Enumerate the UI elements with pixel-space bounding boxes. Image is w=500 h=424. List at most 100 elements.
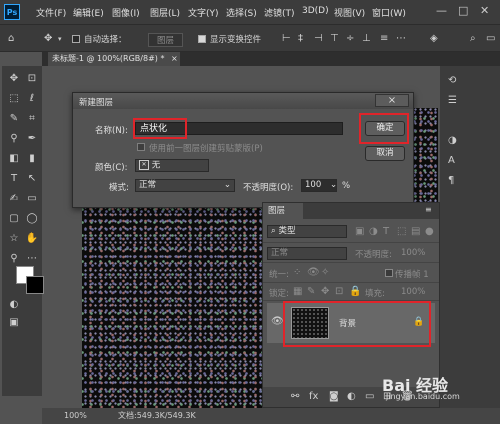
screen-mode-icon[interactable]: ▣	[6, 316, 22, 330]
layer-filter-select[interactable]: ⌕ 类型	[267, 225, 347, 238]
menu-view[interactable]: 视图(V)	[334, 6, 365, 19]
minimize-icon[interactable]: —	[436, 4, 447, 17]
lock-position-icon[interactable]: ✥	[321, 287, 329, 297]
eraser-tool-icon[interactable]: ◧	[6, 152, 22, 166]
home-icon[interactable]: ⌂	[8, 34, 14, 44]
character-icon[interactable]: A	[448, 156, 455, 166]
unify-style-icon[interactable]: ✧	[321, 268, 329, 278]
lock-pixels-icon[interactable]: ▦	[293, 287, 302, 297]
ellipse-tool-icon[interactable]: ◯	[24, 212, 40, 226]
menu-filter[interactable]: 滤镜(T)	[264, 6, 295, 19]
rounded-rect-tool-icon[interactable]: ▢	[6, 212, 22, 226]
mode-select[interactable]: 正常 ⌄	[135, 179, 235, 192]
pen-tool-icon[interactable]: ✍	[6, 192, 22, 206]
show-transform-checkbox[interactable]	[198, 35, 206, 43]
auto-select-checkbox[interactable]	[72, 35, 80, 43]
align-right-icon[interactable]: ⊣	[314, 34, 323, 44]
path-select-tool-icon[interactable]: ↖	[24, 172, 40, 186]
fill-value[interactable]: 100%	[401, 287, 425, 297]
color-select[interactable]: ✕ 无	[135, 159, 209, 172]
lock-all-icon[interactable]: 🔒	[349, 287, 361, 297]
artboard-tool-icon[interactable]: ⊡	[24, 72, 40, 86]
filter-smart-icon[interactable]: ▤	[411, 227, 420, 237]
properties-icon[interactable]: ☰	[448, 96, 457, 106]
dialog-close-icon[interactable]: ×	[375, 94, 409, 107]
mode-label: 模式:	[109, 183, 129, 193]
gradient-tool-icon[interactable]: ▮	[24, 152, 40, 166]
align-center-icon[interactable]: ‡	[298, 34, 303, 44]
layer-mask-icon[interactable]: ◙	[329, 392, 339, 402]
panel-opacity-value[interactable]: 100%	[401, 248, 425, 258]
custom-shape-tool-icon[interactable]: ☆	[6, 232, 22, 246]
paragraph-icon[interactable]: ¶	[448, 176, 454, 186]
chevron-down-icon[interactable]: ▾	[58, 34, 62, 44]
cancel-button[interactable]: 取消	[365, 146, 405, 161]
propagate-checkbox[interactable]	[385, 269, 393, 277]
menu-layer[interactable]: 图层(L)	[150, 6, 180, 19]
color-value: 无	[151, 160, 161, 171]
fx-icon[interactable]: fx	[309, 392, 318, 402]
menu-file[interactable]: 文件(F)	[36, 6, 66, 19]
move-tool-icon[interactable]: ✥	[44, 34, 52, 44]
auto-select-target[interactable]: 图层	[148, 33, 184, 47]
filter-shape-icon[interactable]: ⬚	[397, 227, 406, 237]
distribute-icon[interactable]: ≡	[380, 34, 388, 44]
clip-mask-label: 使用前一图层创建剪贴蒙版(P)	[149, 144, 263, 154]
more-tools-icon[interactable]: ⋯	[24, 252, 40, 266]
menu-image[interactable]: 图像(I)	[112, 6, 140, 19]
align-left-icon[interactable]: ⊢	[282, 34, 291, 44]
type-tool-icon[interactable]: T	[6, 172, 22, 186]
unify-visibility-icon[interactable]: 👁	[307, 268, 320, 278]
adjustments-icon[interactable]: ◑	[448, 136, 457, 146]
filter-toggle-icon[interactable]: ●	[425, 227, 434, 237]
close-icon[interactable]: ✕	[480, 4, 489, 17]
lasso-tool-icon[interactable]: ℓ	[24, 92, 40, 106]
tab-close-icon[interactable]: ×	[171, 54, 178, 63]
unify-position-icon[interactable]: ⁘	[293, 268, 301, 278]
search-icon[interactable]: ⌕	[470, 34, 476, 44]
menu-select[interactable]: 选择(S)	[226, 6, 257, 19]
align-middle-icon[interactable]: ÷	[346, 34, 354, 44]
3d-mode-icon[interactable]: ◈	[430, 34, 438, 44]
clip-mask-checkbox[interactable]	[137, 143, 145, 151]
menu-3d[interactable]: 3D(D)	[302, 6, 329, 16]
document-tab[interactable]: 未标题-1 @ 100%(RGB/8#) * ×	[48, 52, 180, 66]
eyedropper-tool-icon[interactable]: ⚲	[6, 132, 22, 146]
document-info[interactable]: 文档:549.3K/549.3K	[118, 408, 196, 424]
quick-select-tool-icon[interactable]: ✎	[6, 112, 22, 126]
filter-adjust-icon[interactable]: ◑	[369, 227, 378, 237]
link-layers-icon[interactable]: ⚯	[291, 392, 299, 402]
adjustment-layer-icon[interactable]: ◐	[347, 392, 356, 402]
layers-tab[interactable]: 图层	[263, 203, 303, 219]
maximize-icon[interactable]: □	[458, 4, 468, 17]
history-icon[interactable]: ⟲	[448, 76, 456, 86]
lock-artboard-icon[interactable]: ⊡	[335, 287, 343, 297]
menu-window[interactable]: 窗口(W)	[372, 6, 406, 19]
more-options-icon[interactable]: ⋯	[396, 34, 406, 44]
hand-tool-icon[interactable]: ✋	[24, 232, 40, 246]
crop-tool-icon[interactable]: ⌗	[24, 112, 40, 126]
rectangle-tool-icon[interactable]: ▭	[24, 192, 40, 206]
blend-mode-select[interactable]: 正常	[267, 247, 347, 260]
zoom-tool-icon[interactable]: ⚲	[6, 252, 22, 266]
filter-type-icon[interactable]: T	[383, 227, 389, 237]
new-group-icon[interactable]: ▭	[365, 392, 374, 402]
visibility-eye-icon[interactable]: 👁	[271, 317, 284, 327]
background-color-swatch[interactable]	[26, 276, 44, 294]
tools-panel: ✥ ⊡ ⬚ ℓ ✎ ⌗ ⚲ ✒ ◧ ▮ T ↖ ✍ ▭ ▢ ◯ ☆ ✋ ⚲ ⋯ …	[2, 66, 44, 396]
zoom-level[interactable]: 100%	[64, 408, 87, 424]
menu-type[interactable]: 文字(Y)	[188, 6, 219, 19]
dialog-title-bar[interactable]: 新建图层 ×	[73, 93, 413, 109]
panel-menu-icon[interactable]: ≡	[425, 205, 432, 215]
menu-edit[interactable]: 编辑(E)	[73, 6, 104, 19]
move-tool-icon[interactable]: ✥	[6, 72, 22, 86]
opacity-dropdown-icon[interactable]: ⌄	[330, 180, 337, 190]
align-top-icon[interactable]: ⊤	[330, 34, 339, 44]
lock-paint-icon[interactable]: ✎	[307, 287, 315, 297]
filter-pixel-icon[interactable]: ▣	[355, 227, 364, 237]
marquee-tool-icon[interactable]: ⬚	[6, 92, 22, 106]
brush-tool-icon[interactable]: ✒	[24, 132, 40, 146]
align-bottom-icon[interactable]: ⊥	[362, 34, 371, 44]
quick-mask-icon[interactable]: ◐	[6, 298, 22, 312]
workspace-icon[interactable]: ▭	[486, 34, 495, 44]
